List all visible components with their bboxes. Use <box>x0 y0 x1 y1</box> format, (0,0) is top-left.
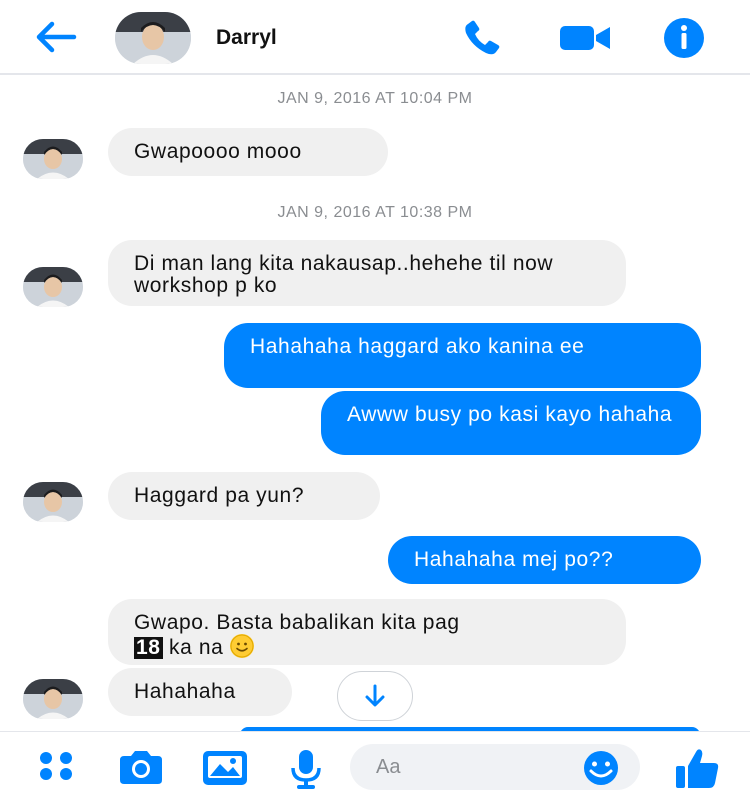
apps-icon <box>40 752 72 780</box>
sender-avatar[interactable] <box>23 679 83 719</box>
gallery-icon <box>203 751 247 785</box>
emoji-icon <box>584 751 618 785</box>
profile-photo <box>23 679 83 719</box>
message-bubble-incoming[interactable]: Haggard pa yun? <box>108 472 380 520</box>
message-bubble-incoming[interactable]: Di man lang kita nakausap..hehehe til no… <box>108 240 626 306</box>
message-bubble-incoming[interactable]: Gwapoooo mooo <box>108 128 388 176</box>
profile-photo <box>115 12 191 64</box>
more-actions-button[interactable] <box>36 748 78 784</box>
smiling-face-emoji-icon <box>229 634 254 658</box>
back-arrow-icon <box>36 21 77 53</box>
sender-avatar[interactable] <box>23 267 83 307</box>
profile-photo <box>23 139 83 179</box>
like-button[interactable] <box>672 746 722 790</box>
contact-name[interactable]: Darryl <box>216 26 277 50</box>
camera-icon <box>120 751 162 784</box>
message-text: Gwapo. Basta babalikan kita pag <box>134 611 460 634</box>
message-bubble-incoming[interactable]: Hahahaha <box>108 668 292 716</box>
message-text: ka na <box>169 636 224 659</box>
timestamp: JAN 9, 2016 AT 10:38 PM <box>277 204 473 221</box>
microphone-icon <box>291 750 321 789</box>
sender-avatar[interactable] <box>23 139 83 179</box>
message-bubble-outgoing[interactable]: Awww busy po kasi kayo hahaha <box>321 391 701 455</box>
message-thread[interactable]: JAN 9, 2016 AT 10:04 PM Gwapoooo mooo JA… <box>0 77 750 731</box>
info-icon <box>664 18 704 58</box>
back-button[interactable] <box>30 18 80 56</box>
conversation-header: Darryl <box>0 0 750 75</box>
camera-button[interactable] <box>116 748 166 786</box>
profile-photo <box>23 482 83 522</box>
profile-photo <box>23 267 83 307</box>
thumbs-up-icon <box>676 749 719 788</box>
gallery-button[interactable] <box>200 748 250 788</box>
sender-avatar[interactable] <box>23 482 83 522</box>
message-bubble-outgoing[interactable]: Hahahaha mej po?? <box>388 536 701 584</box>
composer-bar <box>0 731 750 800</box>
arrow-down-icon <box>365 684 385 707</box>
emoji-button[interactable] <box>578 750 624 786</box>
message-bubble-outgoing[interactable]: Hahahaha haggard ako kanina ee <box>224 323 701 388</box>
scroll-to-bottom-button[interactable] <box>337 671 413 721</box>
voice-call-button[interactable] <box>460 18 508 58</box>
contact-avatar[interactable] <box>115 12 191 64</box>
voice-message-button[interactable] <box>286 748 326 790</box>
phone-icon <box>465 20 500 55</box>
message-bubble-incoming[interactable]: Gwapo. Basta babalikan kita pag 18 ka na <box>108 599 626 665</box>
number-badge: 18 <box>134 636 163 659</box>
info-button[interactable] <box>660 16 708 60</box>
video-camera-icon <box>560 26 610 50</box>
timestamp: JAN 9, 2016 AT 10:04 PM <box>277 90 473 107</box>
video-call-button[interactable] <box>556 20 614 56</box>
